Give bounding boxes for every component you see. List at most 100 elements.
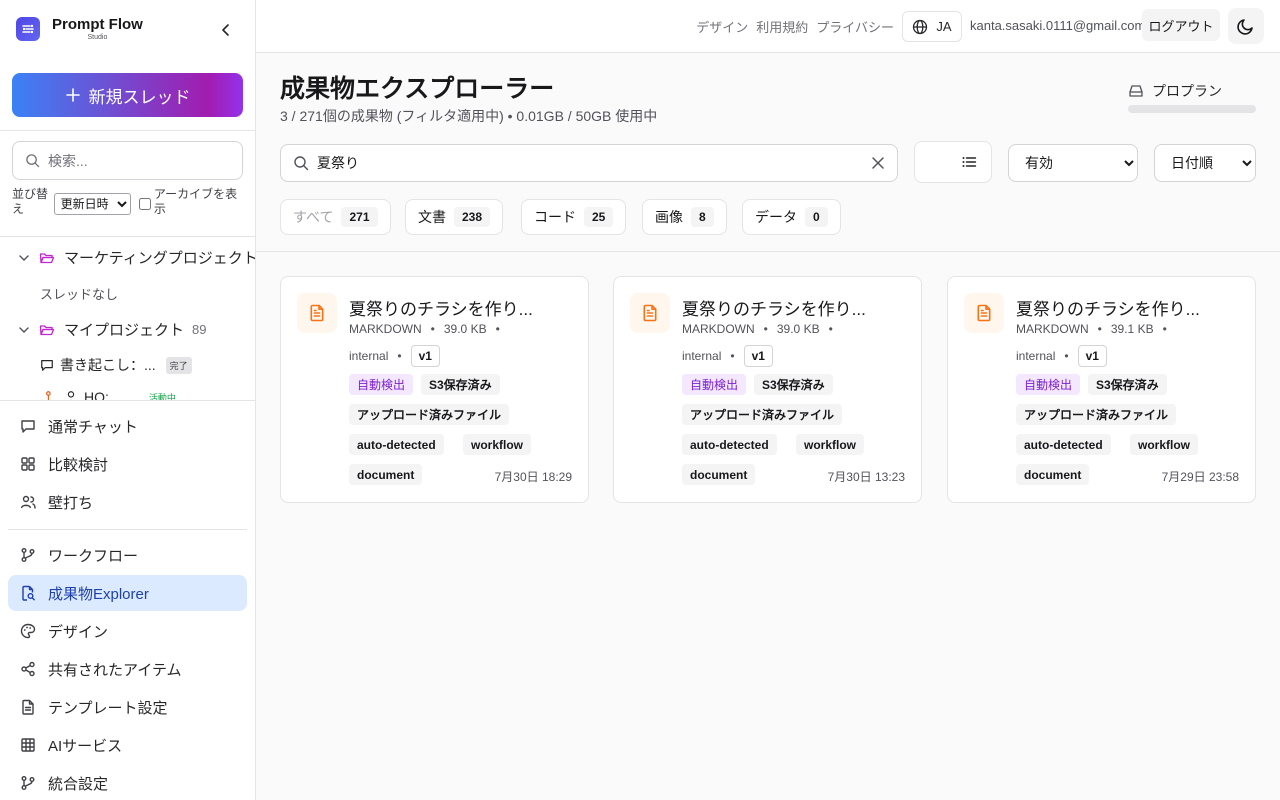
divider [0,130,256,131]
artifact-tag: auto-detected [349,434,444,455]
sidebar-nav-item[interactable]: ワークフロー [8,537,247,573]
artifact-tag: document [682,464,756,485]
close-icon[interactable] [871,156,885,170]
page-title: 成果物エクスプローラー [280,75,555,103]
language-button[interactable]: JA [902,11,962,42]
artifact-date: 7月30日 18:29 [494,470,572,484]
design-link[interactable]: デザイン [696,17,748,36]
thread-item[interactable]: 書き起こし：... 完了 [40,355,192,375]
chevron-down-icon [19,326,29,333]
filter-chip-label: 文書 [418,209,446,225]
artifact-card[interactable]: 夏祭りのチラシを作り... MARKDOWN • 39.0 KB • internal • v… [280,276,589,503]
status-filter-select[interactable]: 有効 [1008,144,1138,182]
brand-title: Prompt Flow [52,16,143,33]
filter-chip[interactable]: 文書 238 [405,199,504,235]
sidebar-nav-label: 壁打ち [48,494,94,512]
project-tree: マーケティングプロジェクト スレッドなし マイプロジェクト 89 書き起こし：.… [0,237,255,400]
filter-chip[interactable]: コード 25 [521,199,627,235]
logout-button[interactable]: ログアウト [1142,9,1220,41]
sort-label: 並び替え [12,187,49,216]
artifact-search-input[interactable] [317,155,857,171]
new-thread-button[interactable]: 新規スレッド [12,73,243,117]
collapse-sidebar-button[interactable] [216,20,236,40]
sidebar-nav-item[interactable]: デザイン [8,613,247,649]
artifact-tag: auto-detected [1016,434,1111,455]
sidebar-nav-item[interactable]: 通常チャット [8,408,247,444]
sidebar-nav-item[interactable]: AIサービス [8,727,247,763]
file-type-badge [630,293,670,333]
file-search-icon [22,585,35,601]
sidebar-search[interactable] [12,141,243,180]
terms-link[interactable]: 利用規約 [756,17,808,36]
sort-order-select[interactable]: 日付順 [1154,144,1256,182]
project-my[interactable]: マイプロジェクト 89 [18,319,206,340]
filter-chip-count: 8 [691,207,714,227]
sort-select[interactable]: 更新日時 [53,193,131,215]
project-marketing[interactable]: マーケティングプロジェクト [18,247,255,268]
separator-dot: • [1064,349,1069,363]
artifact-tag: アップロード済みファイル [349,404,510,425]
separator-dot: • [495,322,500,336]
users-icon [20,495,36,509]
top-bar: デザイン 利用規約 プライバシー JA kanta.sasaki.0111@gm… [256,0,1280,53]
page-subtitle: 3 / 271個の成果物 (フィルタ適用中) • 0.01GB / 50GB 使… [280,108,658,124]
privacy-link[interactable]: プライバシー [816,17,894,36]
artifact-tag: auto-detected [682,434,777,455]
version-badge: v1 [1077,345,1107,367]
artifact-date: 7月30日 13:23 [827,470,905,484]
sidebar-nav-item[interactable]: 比較検討 [8,446,247,482]
sidebar-nav-label: 通常チャット [48,418,138,436]
list-icon [962,157,977,167]
sidebar-nav-label: 統合設定 [48,775,109,793]
filter-chip-count: 0 [805,207,828,227]
artifact-tag: S3保存済み [1088,374,1167,395]
artifact-card[interactable]: 夏祭りのチラシを作り... MARKDOWN • 39.1 KB • internal • v… [947,276,1256,503]
file-text-icon [22,699,34,715]
sidebar-nav-item[interactable]: 壁打ち [8,484,247,520]
sidebar-nav-item[interactable]: 統合設定 [8,765,247,800]
filter-chip[interactable]: データ 0 [742,199,841,235]
view-mode-button[interactable] [914,141,992,183]
artifact-meta: internal • v1 [682,345,773,367]
filter-chip-count: 25 [584,207,614,227]
sidebar-nav-item[interactable]: テンプレート設定 [8,689,247,725]
user-email: kanta.sasaki.0111@gmail.com [970,18,1146,33]
artifact-card[interactable]: 夏祭りのチラシを作り... MARKDOWN • 39.0 KB • internal • v… [613,276,922,503]
storage-bar [1128,105,1256,113]
filter-chip[interactable]: 画像 8 [642,199,727,235]
sidebar-nav-item[interactable]: 共有されたアイテム [8,651,247,687]
filter-chip-count: 238 [454,207,491,227]
version-badge: v1 [743,345,773,367]
filter-chip[interactable]: すべて 271 [280,199,391,235]
separator-dot: • [730,349,735,363]
artifact-format: MARKDOWN [1016,322,1089,336]
artifact-tag: document [1016,464,1090,485]
show-archive-toggle[interactable]: アーカイブを表示 [138,187,248,217]
file-text-icon [643,304,657,322]
separator-dot: • [1097,322,1102,336]
sidebar-nav-label: AIサービス [48,737,123,755]
artifact-source: internal [682,349,722,363]
sidebar-nav-item[interactable]: 成果物Explorer [8,575,247,611]
artifact-tag: S3保存済み [421,374,500,395]
theme-toggle-button[interactable] [1228,8,1264,44]
separator-dot: • [763,322,768,336]
artifact-tag: 自動検出 [682,374,747,395]
artifact-title: 夏祭りのチラシを作り... [349,300,533,319]
artifact-search[interactable] [280,144,898,182]
grid-icon [21,457,35,471]
artifact-tag: アップロード済みファイル [682,404,843,425]
thread-item[interactable]: HO: 活動中 [44,389,176,400]
artifact-meta: MARKDOWN • 39.0 KB • [682,322,842,336]
search-icon [294,156,309,171]
artifact-tag: S3保存済み [754,374,833,395]
globe-icon [913,19,928,34]
filter-chip-count: 271 [341,207,378,227]
show-archive-checkbox[interactable] [138,198,151,210]
search-icon [26,154,40,168]
file-text-icon [310,304,324,322]
thread-title: 書き起こし：... [60,357,156,373]
sidebar-search-input[interactable] [48,152,228,169]
chevron-left-icon [222,24,229,36]
artifact-meta: MARKDOWN • 39.1 KB • [1016,322,1176,336]
